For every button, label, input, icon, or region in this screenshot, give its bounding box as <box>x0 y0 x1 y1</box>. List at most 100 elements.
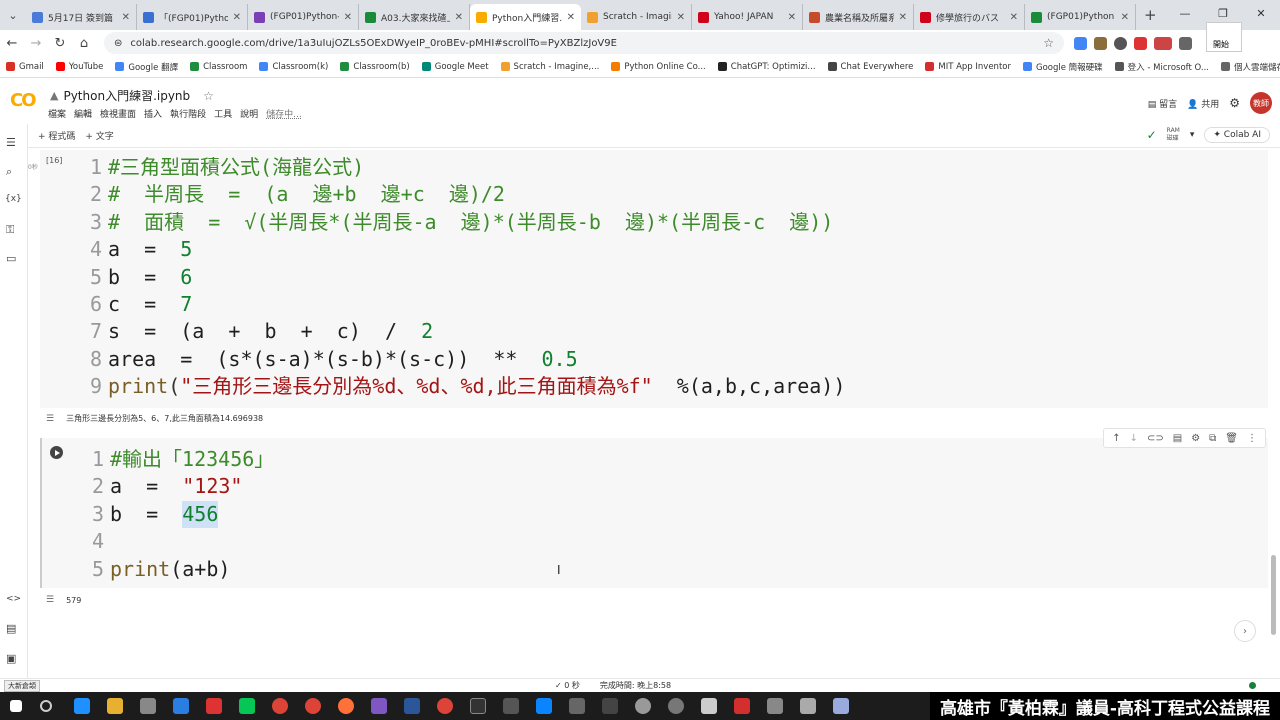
bookmark-item[interactable]: 個人雲端儲存空間 - <box>1215 61 1280 73</box>
file-explorer-icon[interactable] <box>107 698 123 714</box>
extension-icon[interactable] <box>1114 36 1127 50</box>
bookmark-item[interactable]: Google 翻譯 <box>109 61 184 73</box>
browser-tab[interactable]: (FGP01)Python- ✕ <box>248 4 359 30</box>
bookmark-item[interactable]: Classroom(k) <box>253 62 334 72</box>
comment-icon[interactable]: ▤ <box>1173 433 1182 444</box>
menu-item[interactable]: 檢視畫面 <box>100 107 136 120</box>
url-input[interactable]: ⊜ colab.research.google.com/drive/1a3uIu… <box>104 32 1064 54</box>
browser-tab[interactable]: 修學旅行のバス ✕ <box>914 4 1025 30</box>
browser-tab[interactable]: A03.大家來找碴上 ✕ <box>359 4 470 30</box>
bookmark-item[interactable]: 登入 - Microsoft O... <box>1109 61 1215 73</box>
popup-menu[interactable]: 開始 <box>1206 22 1242 52</box>
code-line[interactable]: 2a = "123" <box>92 473 274 500</box>
extension-icon[interactable] <box>1154 36 1172 50</box>
code-editor-1[interactable]: 1 #三角型面積公式(海龍公式) 2 # 半周長 = (a 邊+b 邊+c 邊)/2 3… <box>90 154 845 401</box>
avatar[interactable]: 教師 <box>1250 92 1272 114</box>
code-line[interactable]: 5 print (a+b) <box>92 556 274 583</box>
run-cell-icon[interactable] <box>50 446 63 459</box>
code-line[interactable]: 9 print("三角形三邊長分別為%d、%d、%d,此三角面積為%f" %(a,… <box>90 373 845 400</box>
share-button[interactable]: 👤 共用 <box>1187 97 1219 110</box>
runtime-dropdown-icon[interactable]: ▾ <box>1190 130 1195 140</box>
code-line[interactable]: 2 # 半周長 = (a 邊+b 邊+c 邊)/2 <box>90 181 845 208</box>
tab-close-icon[interactable]: ✕ <box>1121 12 1129 23</box>
chrome-icon[interactable] <box>305 698 321 714</box>
menu-item[interactable]: 編輯 <box>74 107 92 120</box>
app-icon[interactable] <box>833 698 849 714</box>
terminal-icon[interactable]: ▣ <box>6 652 16 665</box>
code-cell-2[interactable]: 1 #輸出「123456」 2 a = "123" 3 b = 456 4 5 print (a+… <box>40 438 1268 588</box>
bookmark-item[interactable]: ChatGPT: Optimizi... <box>712 62 822 72</box>
move-up-icon[interactable]: ↑ <box>1112 433 1120 444</box>
add-text-button[interactable]: + 文字 <box>85 129 113 142</box>
app-icon[interactable] <box>173 698 189 714</box>
browser-tab[interactable]: Python入門練習. ✕ <box>470 4 581 30</box>
line-icon[interactable] <box>239 698 255 714</box>
extension-icon[interactable] <box>1094 36 1107 50</box>
code-line[interactable]: 1 #輸出「123456」 <box>92 446 274 473</box>
search-icon[interactable]: ⌕ <box>6 165 12 179</box>
extension-icon[interactable] <box>1134 36 1147 50</box>
code-snippets-icon[interactable]: <> <box>6 594 21 604</box>
code-line[interactable]: 8 area = (s*(s-a)*(s-b)*(s-c)) ** 0.5 <box>90 346 845 373</box>
tab-close-icon[interactable]: ✕ <box>677 12 685 23</box>
extension-icon[interactable] <box>1074 36 1087 50</box>
link-icon[interactable]: ⊂⊃ <box>1147 433 1164 444</box>
minimize-icon[interactable]: — <box>1166 0 1204 26</box>
bookmark-item[interactable]: MIT App Inventor <box>919 62 1017 72</box>
variables-icon[interactable]: {x} <box>5 194 22 204</box>
tab-search-icon[interactable]: ⌄ <box>0 2 26 28</box>
app-icon[interactable] <box>800 698 816 714</box>
edge-icon[interactable] <box>74 698 90 714</box>
bookmark-item[interactable]: YouTube <box>50 62 110 72</box>
browser-tab[interactable]: Yahoo! JAPAN ✕ <box>692 4 803 30</box>
code-line[interactable]: 7s = (a + b + c) / 2 <box>90 318 845 345</box>
bookmark-item[interactable]: Google Meet <box>416 62 495 72</box>
bookmark-item[interactable]: Scratch - Imagine,... <box>495 62 606 72</box>
app-icon[interactable] <box>635 698 651 714</box>
app-icon[interactable] <box>668 698 684 714</box>
capcut-icon[interactable] <box>470 698 486 714</box>
tab-close-icon[interactable]: ✕ <box>1010 12 1018 23</box>
tab-close-icon[interactable]: ✕ <box>233 12 241 23</box>
code-line[interactable]: 3 # 面積 = √(半周長*(半周長-a 邊)*(半周長-b 邊)*(半周長-c… <box>90 209 845 236</box>
app-icon[interactable] <box>371 698 387 714</box>
browser-tab[interactable]: 農業名稱及所屬系 ✕ <box>803 4 914 30</box>
gear-icon[interactable]: ⚙ <box>1191 433 1200 444</box>
app-icon[interactable] <box>602 698 618 714</box>
code-line[interactable]: 4a = 5 <box>90 236 845 263</box>
home-icon[interactable]: ⌂ <box>72 36 96 51</box>
tab-close-icon[interactable]: ✕ <box>788 12 796 23</box>
puzzle-icon[interactable] <box>1179 36 1192 50</box>
bookmark-star-icon[interactable]: ☆ <box>1043 36 1054 50</box>
code-line[interactable]: 1 #三角型面積公式(海龍公式) <box>90 154 845 181</box>
mirror-cell-icon[interactable]: ⧉ <box>1209 433 1216 444</box>
bookmark-item[interactable]: Gmail <box>0 62 50 72</box>
code-line[interactable]: 4 <box>92 528 274 555</box>
back-icon[interactable]: ← <box>0 36 24 51</box>
app-icon[interactable] <box>503 698 519 714</box>
code-cell-1[interactable]: [16] 0秒 1 #三角型面積公式(海龍公式) 2 # 半周長 = (a 邊+b 邊… <box>28 150 1268 408</box>
new-tab-button[interactable]: + <box>1136 6 1165 24</box>
tab-close-icon[interactable]: ✕ <box>455 12 463 23</box>
ime-indicator[interactable]: 大新倉頡 <box>4 680 40 692</box>
menu-item[interactable]: 執行階段 <box>170 107 206 120</box>
notebook-title[interactable]: Python入門練習.ipynb <box>63 87 190 104</box>
secrets-key-icon[interactable]: ⚿ <box>6 223 14 237</box>
add-code-button[interactable]: + 程式碼 <box>38 129 75 142</box>
menu-item[interactable]: 工具 <box>214 107 232 120</box>
colab-ai-button[interactable]: ✦ Colab AI <box>1204 127 1270 143</box>
output-toggle-icon[interactable]: ☰ <box>46 414 54 424</box>
bookmark-item[interactable]: Classroom <box>184 62 253 72</box>
browser-tab[interactable]: Scratch - Imagin ✕ <box>581 4 692 30</box>
settings-gear-icon[interactable]: ⚙ <box>1229 96 1240 110</box>
reload-icon[interactable]: ↻ <box>48 36 72 51</box>
forward-icon[interactable]: → <box>24 36 48 51</box>
chrome-icon[interactable] <box>272 698 288 714</box>
tab-close-icon[interactable]: ✕ <box>899 12 907 23</box>
colab-logo[interactable]: CO <box>10 90 36 111</box>
menu-item[interactable]: 插入 <box>144 107 162 120</box>
star-icon[interactable]: ☆ <box>203 89 214 103</box>
site-info-icon[interactable]: ⊜ <box>114 38 122 49</box>
tab-close-icon[interactable]: ✕ <box>567 12 575 23</box>
acrobat-icon[interactable] <box>734 698 750 714</box>
